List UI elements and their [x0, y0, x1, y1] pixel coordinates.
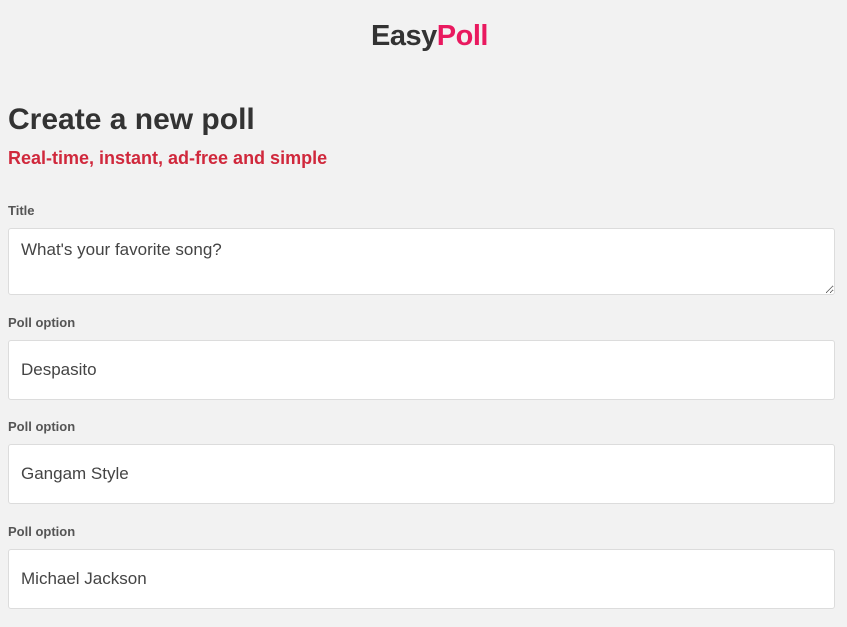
poll-option-input[interactable] [8, 444, 835, 504]
poll-option-label: Poll option [8, 315, 76, 330]
poll-option-label: Poll option [8, 524, 76, 539]
brand-logo-easy: Easy [371, 20, 437, 52]
title-textarea[interactable]: What's your favorite song? [8, 228, 835, 295]
poll-option-input[interactable] [8, 549, 835, 609]
poll-option-label: Poll option [8, 419, 76, 434]
page-title: Create a new poll [8, 103, 255, 136]
poll-option-input[interactable] [8, 340, 835, 400]
title-label: Title [8, 203, 35, 218]
page-subtitle: Real-time, instant, ad-free and simple [8, 148, 328, 168]
brand-logo[interactable]: EasyPoll [0, 18, 847, 54]
brand-logo-poll: Poll [436, 20, 489, 52]
page: EasyPoll Create a new poll Real-time, in… [0, 0, 847, 627]
